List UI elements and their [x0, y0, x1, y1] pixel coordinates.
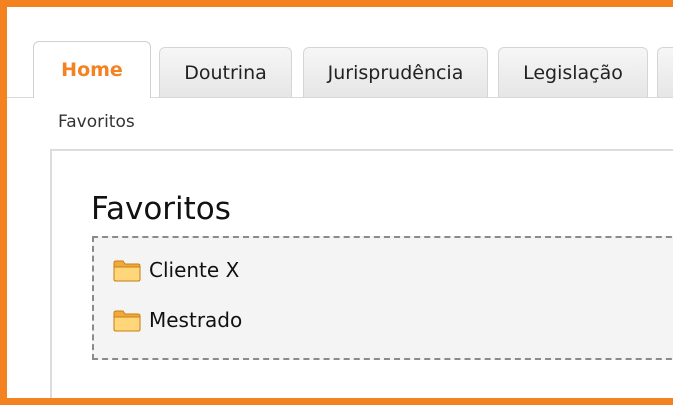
tab-bar: Home Doutrina Jurisprudência Legislação — [7, 35, 673, 98]
folder-icon — [113, 308, 141, 332]
folder-label: Mestrado — [149, 308, 243, 332]
tab-doutrina[interactable]: Doutrina — [159, 47, 292, 97]
tab-legislacao[interactable]: Legislação — [498, 47, 648, 97]
tab-jurisprudencia[interactable]: Jurisprudência — [303, 47, 488, 97]
tab-home[interactable]: Home — [33, 41, 151, 98]
panel-title: Favoritos — [91, 191, 231, 227]
folder-icon — [113, 258, 141, 282]
breadcrumb: Favoritos — [58, 112, 135, 132]
favorites-list: Cliente X Mestrado — [92, 236, 673, 360]
tab-doutrina-label: Doutrina — [184, 61, 267, 84]
folder-item-mestrado[interactable]: Mestrado — [113, 308, 242, 332]
folder-item-cliente-x[interactable]: Cliente X — [113, 258, 239, 282]
favorites-panel: Favoritos Cliente X Mestrado — [50, 149, 673, 398]
folder-label: Cliente X — [149, 258, 240, 282]
tab-legislacao-label: Legislação — [523, 61, 623, 84]
tab-jurisprudencia-label: Jurisprudência — [327, 61, 464, 84]
tab-more[interactable] — [657, 47, 673, 97]
app-frame: Home Doutrina Jurisprudência Legislação … — [0, 0, 673, 405]
tab-home-label: Home — [61, 59, 123, 81]
